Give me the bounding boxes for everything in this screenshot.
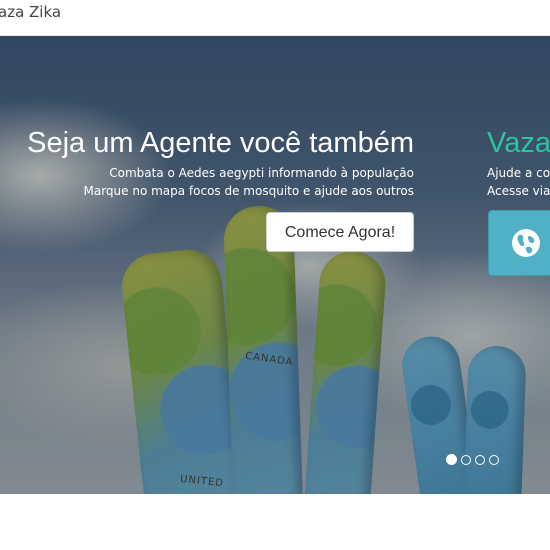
next-slide-subtitle-line: Acesse via <box>487 184 550 198</box>
carousel-indicator-dot[interactable] <box>489 455 499 465</box>
next-slide-subtitle-line: Ajude a co <box>487 166 550 180</box>
brand-logo-text[interactable]: aza Zika <box>0 0 61 24</box>
carousel-slide-caption: Seja um Agente você também Combata o Aed… <box>27 126 414 200</box>
globe-icon <box>512 229 540 257</box>
app-store-tile[interactable] <box>488 210 550 276</box>
carousel-indicator-dot[interactable] <box>475 455 485 465</box>
carousel-indicator-dot[interactable] <box>446 454 457 465</box>
top-navbar: aza Zika <box>0 0 550 36</box>
slide-subtitle-line: Marque no mapa focos de mosquito e ajude… <box>83 184 414 198</box>
carousel-indicators <box>446 450 503 465</box>
slide-subtitle-line: Combata o Aedes aegypti informando à pop… <box>109 166 414 180</box>
carousel-next-slide-caption: Vaza Ajude a co Acesse via <box>487 126 550 200</box>
start-now-button[interactable]: Comece Agora! <box>266 212 414 252</box>
hero-overlay <box>0 36 550 494</box>
hero-carousel: CANADA UNITED Seja um Agente você também… <box>0 36 550 494</box>
slide-title: Seja um Agente você também <box>27 127 414 159</box>
carousel-indicator-dot[interactable] <box>461 455 471 465</box>
next-slide-title: Vaza <box>487 127 550 159</box>
